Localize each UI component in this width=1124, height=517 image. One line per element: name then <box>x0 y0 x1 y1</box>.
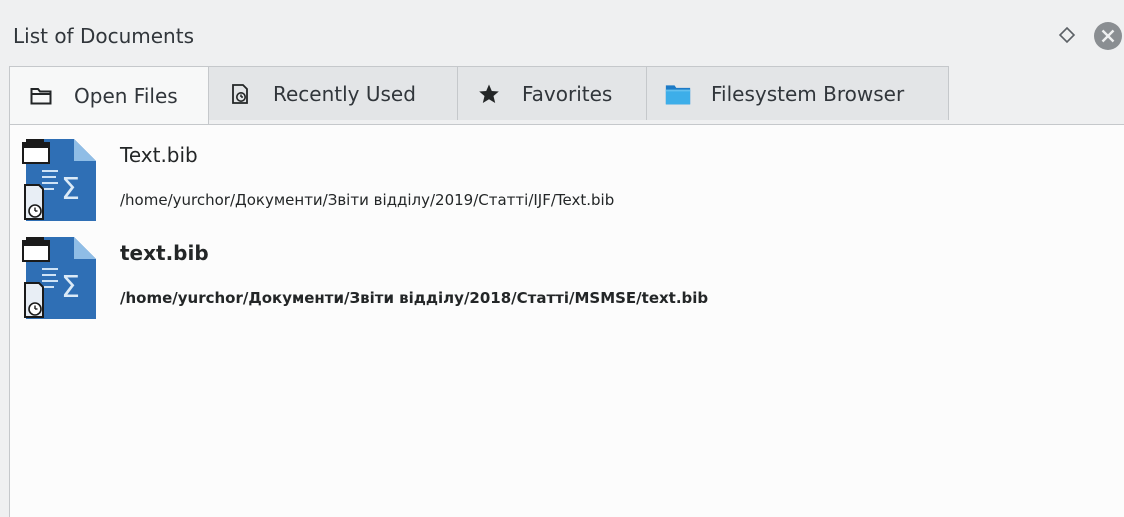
folder-outline-icon <box>28 83 54 109</box>
dock-title-bar: List of Documents <box>0 0 1124 66</box>
document-name: text.bib <box>120 241 209 265</box>
svg-text:Σ: Σ <box>61 270 80 305</box>
close-icon[interactable] <box>1093 21 1123 51</box>
tab-recently-used[interactable]: Recently Used <box>209 66 458 120</box>
panel-title: List of Documents <box>13 24 194 48</box>
document-path: /home/yurchor/Документи/Звіти відділу/20… <box>120 289 709 307</box>
tab-label: Recently Used <box>273 81 416 106</box>
float-diamond-icon[interactable] <box>1056 24 1078 46</box>
document-name: Text.bib <box>120 143 198 167</box>
list-item[interactable]: Σ Text.bib /home/yurchor/Документи/Звіти… <box>10 129 1124 225</box>
document-path: /home/yurchor/Документи/Звіти відділу/20… <box>120 191 615 209</box>
tab-label: Open Files <box>74 83 178 108</box>
bibtex-file-icon: Σ <box>18 135 98 223</box>
tab-favorites[interactable]: Favorites <box>458 66 647 120</box>
blue-folder-icon <box>665 81 691 107</box>
bibtex-file-icon: Σ <box>18 233 98 321</box>
tab-open-files[interactable]: Open Files <box>9 66 209 124</box>
tab-filesystem-browser[interactable]: Filesystem Browser <box>647 66 949 120</box>
document-list[interactable]: Σ Text.bib /home/yurchor/Документи/Звіти… <box>9 124 1124 517</box>
tab-bar: Open Files Recently Used Favorites Files… <box>9 66 949 124</box>
tab-label: Filesystem Browser <box>711 81 905 106</box>
svg-text:Σ: Σ <box>61 172 80 207</box>
star-icon <box>476 81 502 107</box>
recent-document-icon <box>227 81 253 107</box>
tab-label: Favorites <box>522 81 613 106</box>
list-item[interactable]: Σ text.bib /home/yurchor/Документи/Звіти… <box>10 227 1124 323</box>
